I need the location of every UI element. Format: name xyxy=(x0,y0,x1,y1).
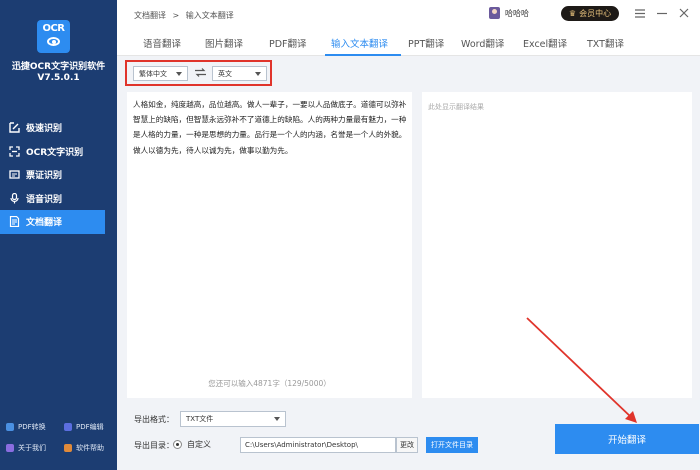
tab-ppt-translate[interactable]: PPT翻译 xyxy=(408,36,444,50)
export-dir-label: 导出目录： xyxy=(134,441,174,450)
export-format-label: 导出格式： xyxy=(134,415,174,424)
sidebar-item-label: 票证识别 xyxy=(26,171,63,182)
main-content: 繁体中文 英文 人格如金，纯度越高，品位越高。做人一辈子，一要以人品做底子。道德… xyxy=(117,56,700,470)
help-icon xyxy=(64,444,72,452)
swap-language-icon[interactable] xyxy=(195,68,206,80)
pdf-convert-link[interactable]: PDF转换 xyxy=(6,422,46,432)
microphone-icon xyxy=(8,192,20,204)
sidebar: OCR 迅捷OCR文字识别软件 V7.5.0.1 极速识别 OCR文字识别 票证… xyxy=(0,0,117,470)
vip-center-button[interactable]: ♛ 会员中心 xyxy=(561,6,619,21)
menu-icon[interactable] xyxy=(633,6,647,20)
char-counter: 您还可以输入4871字（129/5000） xyxy=(208,379,331,388)
app-version: V7.5.0.1 xyxy=(37,73,80,83)
pdf-edit-link[interactable]: PDF编辑 xyxy=(64,422,104,432)
minimize-icon[interactable] xyxy=(655,6,669,20)
custom-dir-radio[interactable] xyxy=(173,440,182,449)
pdf-edit-icon xyxy=(64,423,72,431)
pdf-convert-icon xyxy=(6,423,14,431)
export-format-select[interactable]: TXT文件 xyxy=(180,411,286,427)
help-link[interactable]: 软件帮助 xyxy=(64,443,104,453)
result-placeholder: 此处显示翻译结果 xyxy=(428,103,484,111)
breadcrumb-parent[interactable]: 文档翻译 xyxy=(134,11,166,20)
sidebar-item-label: 极速识别 xyxy=(26,124,63,135)
close-icon[interactable] xyxy=(677,6,691,20)
sidebar-item-doc-translate[interactable]: 文档翻译 xyxy=(0,210,105,234)
breadcrumb-current: 输入文本翻译 xyxy=(185,11,234,20)
tab-voice-translate[interactable]: 语音翻译 xyxy=(143,36,181,50)
tab-text-translate[interactable]: 输入文本翻译 xyxy=(331,36,388,50)
username: 哈哈哈 xyxy=(505,8,529,18)
top-bar: 文档翻译 > 输入文本翻译 哈哈哈 ♛ 会员中心 xyxy=(117,0,700,28)
breadcrumb: 文档翻译 > 输入文本翻译 xyxy=(134,10,234,21)
sidebar-item-ticket[interactable]: 票证识别 xyxy=(0,163,105,187)
export-path-input[interactable]: C:\Users\Administrator\Desktop\ xyxy=(240,437,396,453)
tab-image-translate[interactable]: 图片翻译 xyxy=(205,36,243,50)
tab-pdf-translate[interactable]: PDF翻译 xyxy=(269,36,307,50)
tab-excel-translate[interactable]: Excel翻译 xyxy=(523,36,567,50)
about-us-icon xyxy=(6,444,14,452)
quick-scan-icon xyxy=(8,122,20,134)
ocr-logo-icon: OCR xyxy=(37,20,70,53)
chevron-down-icon xyxy=(255,72,261,76)
sidebar-item-label: OCR文字识别 xyxy=(26,147,84,158)
ticket-icon xyxy=(8,169,20,181)
source-text-panel[interactable]: 人格如金，纯度越高，品位越高。做人一辈子，一要以人品做底子。道德可以弥补智慧上的… xyxy=(127,92,412,398)
tab-word-translate[interactable]: Word翻译 xyxy=(461,36,504,50)
about-us-link[interactable]: 关于我们 xyxy=(6,443,46,453)
sidebar-item-label: 语音识别 xyxy=(26,194,63,205)
sidebar-nav: 极速识别 OCR文字识别 票证识别 语音识别 文档翻译 xyxy=(0,116,105,234)
user-info[interactable]: 哈哈哈 xyxy=(489,7,529,19)
avatar xyxy=(489,7,500,19)
sidebar-item-ocr[interactable]: OCR文字识别 xyxy=(0,140,105,164)
translate-tabs: 语音翻译 图片翻译 PDF翻译 输入文本翻译 PPT翻译 Word翻译 Exce… xyxy=(117,28,700,56)
source-language-select[interactable]: 繁体中文 xyxy=(133,66,188,81)
sidebar-item-voice[interactable]: 语音识别 xyxy=(0,187,105,211)
sidebar-item-quick-scan[interactable]: 极速识别 xyxy=(0,116,105,140)
translation-result-panel[interactable]: 此处显示翻译结果 xyxy=(422,92,692,398)
app-name: 迅捷OCR文字识别软件 xyxy=(11,62,106,72)
crown-icon: ♛ xyxy=(568,9,577,18)
sidebar-item-label: 文档翻译 xyxy=(26,218,63,229)
open-folder-button[interactable]: 打开文件目录 xyxy=(426,437,478,453)
ocr-scan-icon xyxy=(8,145,20,157)
chevron-down-icon xyxy=(176,72,182,76)
start-translate-button[interactable]: 开始翻译 xyxy=(555,424,699,454)
tab-txt-translate[interactable]: TXT翻译 xyxy=(587,36,624,50)
custom-dir-label: 自定义 xyxy=(187,440,211,449)
source-text-input[interactable]: 人格如金，纯度越高，品位越高。做人一辈子，一要以人品做底子。道德可以弥补智慧上的… xyxy=(133,97,409,158)
target-language-select[interactable]: 英文 xyxy=(212,66,267,81)
document-translate-icon xyxy=(8,216,20,228)
chevron-down-icon xyxy=(274,417,280,421)
breadcrumb-separator: > xyxy=(172,11,180,20)
change-dir-button[interactable]: 更改 xyxy=(396,437,418,453)
